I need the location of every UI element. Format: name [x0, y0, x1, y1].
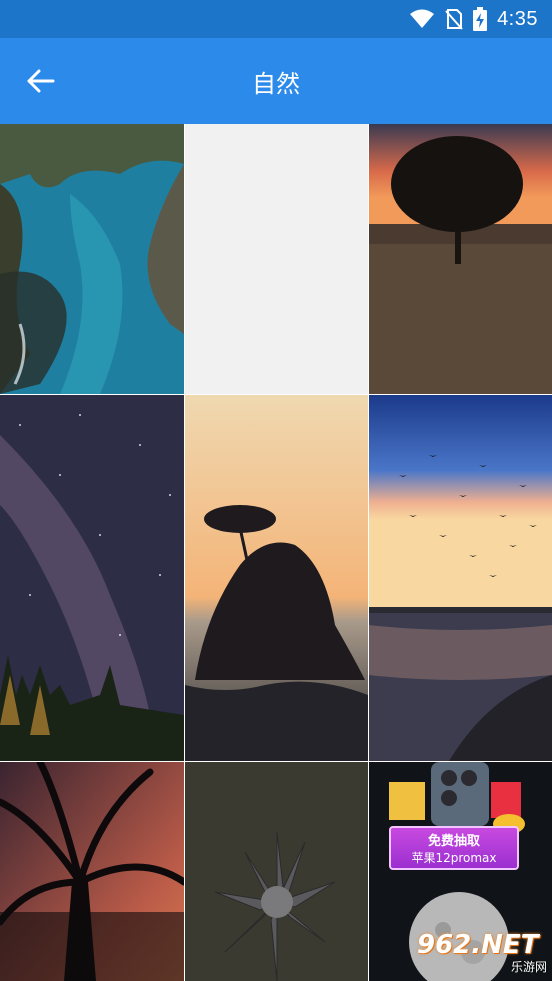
wallpaper-thumbnail-palm-tree[interactable] — [0, 762, 184, 981]
watermark: 962.NET 乐游网 — [413, 930, 549, 976]
status-bar: 4:35 — [0, 0, 552, 38]
wallpaper-thumbnail-birds-lake[interactable] — [369, 395, 552, 761]
ad-headline: 免费抽取 — [427, 834, 480, 849]
no-sim-icon — [445, 9, 463, 30]
wallpaper-thumbnail-milky-way[interactable] — [0, 395, 184, 761]
app-bar: 自然 — [0, 38, 552, 124]
page-title: 自然 — [252, 69, 300, 98]
arrow-left-icon — [27, 69, 55, 93]
wallpaper-thumbnail-loading[interactable] — [185, 124, 368, 394]
status-time: 4:35 — [497, 7, 538, 30]
wifi-icon — [410, 9, 435, 28]
watermark-brand: 962.NET — [417, 930, 539, 960]
wallpaper-thumbnail-succulent[interactable] — [185, 762, 368, 981]
back-button[interactable] — [18, 60, 64, 102]
wallpaper-thumbnail-tree-sunset[interactable] — [369, 124, 552, 394]
battery-charging-icon — [473, 7, 488, 31]
wallpaper-thumbnail-river-canyon[interactable] — [0, 124, 184, 394]
wallpaper-thumbnail-rock-island[interactable] — [185, 395, 368, 761]
ad-banner[interactable]: 免费抽取 苹果12promax 962.NET 乐游网 — [369, 762, 552, 981]
ad-subline: 苹果12promax — [411, 851, 497, 865]
ad-promo-box[interactable]: 免费抽取 苹果12promax — [389, 826, 519, 870]
wallpaper-grid: 免费抽取 苹果12promax 962.NET 乐游网 — [0, 124, 552, 981]
watermark-site: 乐游网 — [510, 960, 547, 974]
